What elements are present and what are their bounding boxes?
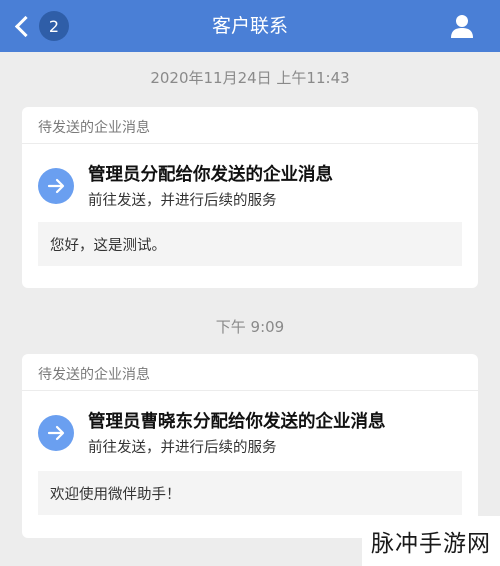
- user-profile-button[interactable]: [448, 12, 476, 40]
- message-card[interactable]: 待发送的企业消息 管理员曹晓东分配给你发送的企业消息 前往发送，并进行后续的服务…: [22, 354, 478, 538]
- message-card[interactable]: 待发送的企业消息 管理员分配给你发送的企业消息 前往发送，并进行后续的服务 您好…: [22, 107, 478, 288]
- nav-bar: 2 客户联系: [0, 0, 500, 52]
- arrow-right-icon[interactable]: [38, 415, 74, 451]
- card-subtitle: 前往发送，并进行后续的服务: [88, 440, 277, 456]
- divider: [22, 143, 478, 144]
- message-content: 欢迎使用微伴助手！: [38, 471, 462, 515]
- message-timestamp: 下午 9:09: [215, 318, 285, 336]
- card-title: 管理员分配给你发送的企业消息: [88, 165, 333, 185]
- divider: [22, 390, 478, 391]
- card-subtitle: 前往发送，并进行后续的服务: [88, 193, 277, 209]
- message-content: 您好，这是测试。: [38, 222, 462, 266]
- arrow-right-icon[interactable]: [38, 168, 74, 204]
- message-timestamp: 2020年11月24日 上午11:43: [150, 69, 350, 87]
- page-title: 客户联系: [211, 15, 288, 37]
- watermark: 脉冲手游网: [362, 516, 500, 566]
- user-icon: [451, 15, 473, 38]
- card-title: 管理员曹晓东分配给你发送的企业消息: [88, 412, 386, 432]
- card-header: 待发送的企业消息: [38, 367, 150, 383]
- card-header: 待发送的企业消息: [38, 120, 150, 136]
